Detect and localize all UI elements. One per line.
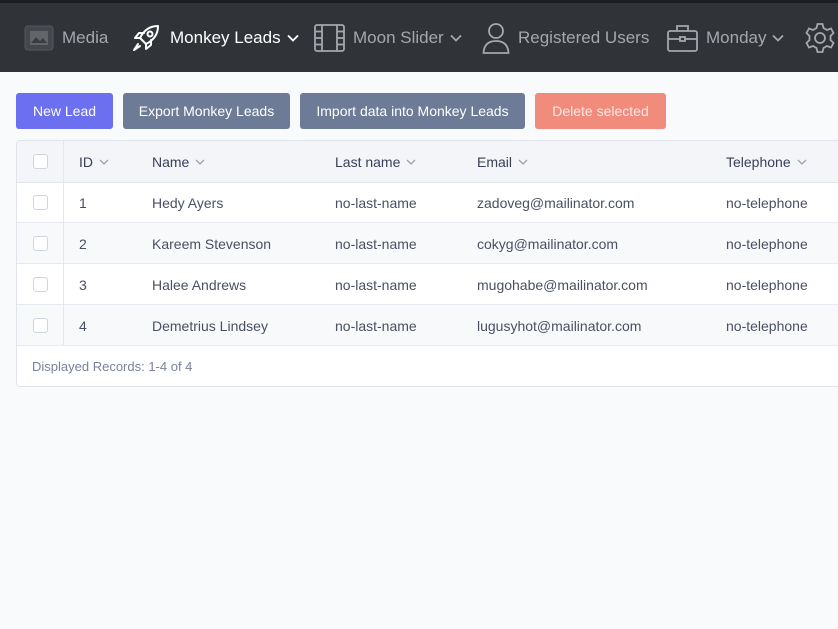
top-navigation-bar: Media Monkey Leads Moon Slider Registere… xyxy=(0,0,838,72)
row-checkbox[interactable] xyxy=(33,236,48,251)
cell-telephone: no-telephone xyxy=(726,194,808,211)
nav-item-label: Registered Users xyxy=(518,27,650,47)
sort-chevron-icon xyxy=(99,159,109,165)
column-header-name[interactable]: Name xyxy=(152,141,205,182)
column-header-telephone[interactable]: Telephone xyxy=(726,141,807,182)
cell-email: zadoveg@mailinator.com xyxy=(477,194,635,211)
cell-id: 2 xyxy=(79,235,87,252)
nav-item-moon-slider[interactable]: Moon Slider xyxy=(314,3,462,72)
records-count: Displayed Records: 1-4 of 4 xyxy=(32,359,193,374)
cell-last-name: no-last-name xyxy=(335,276,417,293)
media-icon xyxy=(24,25,54,51)
export-leads-button[interactable]: Export Monkey Leads xyxy=(123,93,290,129)
cell-email: lugusyhot@mailinator.com xyxy=(477,317,642,334)
nav-item-monkey-leads[interactable]: Monkey Leads xyxy=(130,3,299,72)
column-header-label: ID xyxy=(79,153,93,170)
cell-email: mugohabe@mailinator.com xyxy=(477,276,648,293)
import-leads-button[interactable]: Import data into Monkey Leads xyxy=(300,93,525,129)
sort-chevron-icon xyxy=(406,159,416,165)
row-checkbox[interactable] xyxy=(33,318,48,333)
select-all-checkbox[interactable] xyxy=(33,154,48,169)
user-icon xyxy=(482,22,510,54)
sort-chevron-icon xyxy=(518,159,528,165)
sort-chevron-icon xyxy=(797,159,807,165)
column-divider xyxy=(63,141,64,345)
cell-id: 4 xyxy=(79,317,87,334)
cell-name: Hedy Ayers xyxy=(152,194,224,211)
column-header-last-name[interactable]: Last name xyxy=(335,141,416,182)
cell-telephone: no-telephone xyxy=(726,235,808,252)
cell-last-name: no-last-name xyxy=(335,317,417,334)
column-header-label: Name xyxy=(152,153,190,170)
chevron-down-icon xyxy=(286,34,299,42)
film-icon xyxy=(314,23,345,52)
sort-chevron-icon xyxy=(195,159,205,165)
cell-telephone: no-telephone xyxy=(726,276,808,293)
nav-item-label: Media xyxy=(62,27,109,47)
table-row[interactable]: 2 Kareem Stevenson no-last-name cokyg@ma… xyxy=(17,223,838,264)
cell-id: 1 xyxy=(79,194,87,211)
nav-item-settings[interactable] xyxy=(804,3,836,72)
nav-item-media[interactable]: Media xyxy=(24,3,108,72)
chevron-down-icon xyxy=(450,34,462,42)
cell-last-name: no-last-name xyxy=(335,235,417,252)
cell-name: Halee Andrews xyxy=(152,276,247,293)
nav-item-label: Monday xyxy=(706,27,767,47)
cell-name: Demetrius Lindsey xyxy=(152,317,268,334)
column-header-label: Last name xyxy=(335,153,401,170)
delete-selected-button[interactable]: Delete selected xyxy=(535,93,666,129)
cell-email: cokyg@mailinator.com xyxy=(477,235,619,252)
nav-item-label: Monkey Leads xyxy=(170,27,281,47)
table-row[interactable]: 4 Demetrius Lindsey no-last-name lugusyh… xyxy=(17,305,838,346)
cell-last-name: no-last-name xyxy=(335,194,417,211)
cell-id: 3 xyxy=(79,276,87,293)
new-lead-button[interactable]: New Lead xyxy=(16,93,113,129)
nav-item-label: Moon Slider xyxy=(353,27,444,47)
chevron-down-icon xyxy=(772,34,785,42)
column-header-label: Telephone xyxy=(726,153,791,170)
cell-telephone: no-telephone xyxy=(726,317,808,334)
row-checkbox[interactable] xyxy=(33,195,48,210)
gear-icon xyxy=(804,22,836,54)
row-checkbox[interactable] xyxy=(33,277,48,292)
cell-name: Kareem Stevenson xyxy=(152,235,272,252)
rocket-icon xyxy=(130,22,162,54)
briefcase-icon xyxy=(667,24,698,52)
table-header: ID Name Last name Email Telephone xyxy=(17,141,838,183)
leads-table: ID Name Last name Email Telephone 1 Hedy… xyxy=(16,140,838,387)
nav-item-registered-users[interactable]: Registered Users xyxy=(482,3,649,72)
column-header-email[interactable]: Email xyxy=(477,141,528,182)
nav-item-monday[interactable]: Monday xyxy=(667,3,785,72)
column-header-label: Email xyxy=(477,153,513,170)
column-header-id[interactable]: ID xyxy=(79,141,109,182)
table-row[interactable]: 1 Hedy Ayers no-last-name zadoveg@mailin… xyxy=(17,182,838,223)
table-row[interactable]: 3 Halee Andrews no-last-name mugohabe@ma… xyxy=(17,264,838,305)
